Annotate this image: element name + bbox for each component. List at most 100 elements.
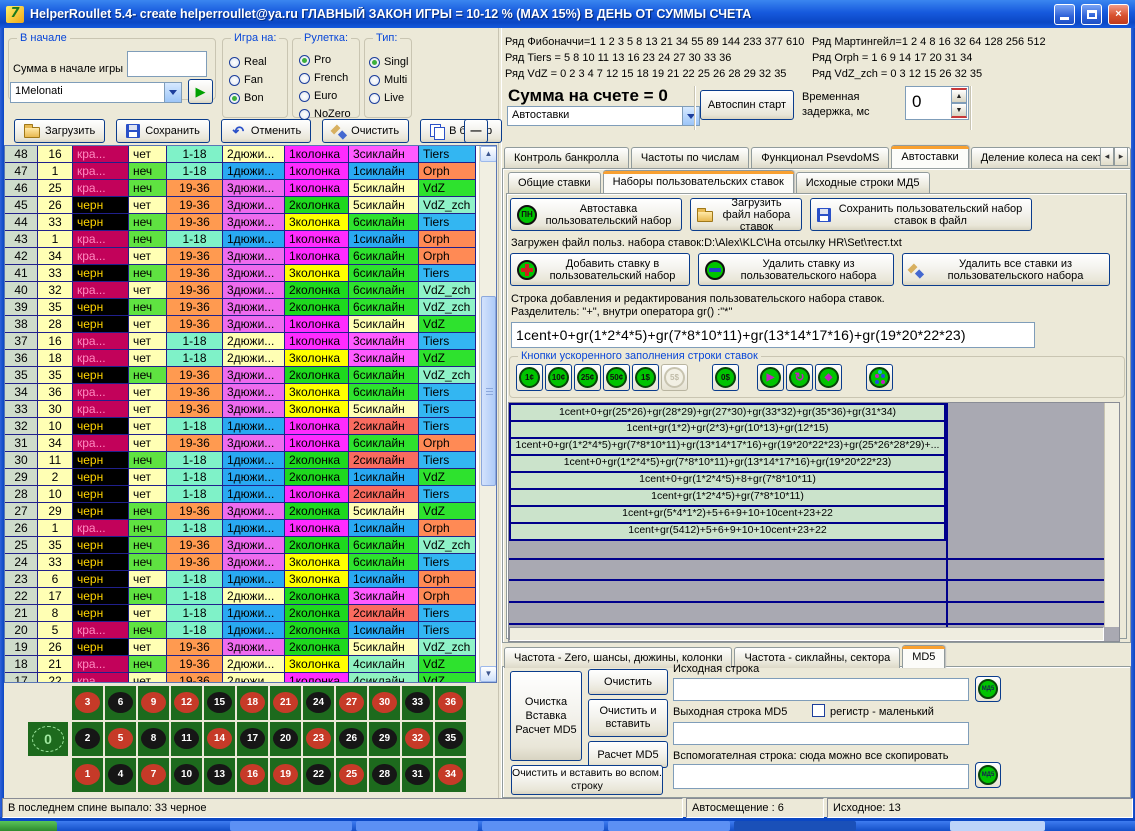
board-cell-12[interactable]: 12: [171, 686, 202, 720]
scrollbar-thumb[interactable]: [481, 296, 496, 486]
board-cell-20[interactable]: 20: [270, 722, 301, 756]
lowercase-checkbox[interactable]: [812, 704, 825, 717]
board-cell-29[interactable]: 29: [369, 722, 400, 756]
tab-user-bet-sets[interactable]: Наборы пользовательских ставок: [603, 170, 794, 193]
save-button[interactable]: Сохранить: [116, 119, 210, 143]
bet-list-item[interactable]: 1cent+gr(5412)+5+6+9+10+10cent+23+22: [509, 524, 946, 541]
board-cell-34[interactable]: 34: [435, 758, 466, 792]
history-row[interactable]: 1722кра...чет19-362дюжи...1колонка4сикла…: [5, 673, 476, 683]
add-bet-button[interactable]: Добавить ставку в пользовательский набор: [510, 253, 690, 286]
history-row[interactable]: 3011черннеч1-181дюжи...2колонка2сиклайнT…: [5, 452, 476, 469]
history-row[interactable]: 2433черннеч19-363дюжи...3колонка6сиклайн…: [5, 554, 476, 571]
radio-option-bon[interactable]: Bon: [229, 89, 287, 107]
history-row[interactable]: 4133черннеч19-363дюжи...3колонка6сиклайн…: [5, 265, 476, 282]
run-strategy-button[interactable]: ▶: [188, 79, 213, 104]
collapse-button[interactable]: —: [464, 119, 488, 143]
radio-option-french[interactable]: French: [299, 69, 359, 87]
md5-clear-and-paste-button[interactable]: Очистить и вставить: [588, 699, 668, 737]
board-cell-19[interactable]: 19: [270, 758, 301, 792]
radio-option-singl[interactable]: Singl: [369, 53, 411, 71]
history-row[interactable]: 3535черннеч19-363дюжи...2колонка6сиклайн…: [5, 367, 476, 384]
board-cell-24[interactable]: 24: [303, 686, 334, 720]
history-row[interactable]: 1926чернчет19-363дюжи...2колонка5сиклайн…: [5, 639, 476, 656]
bet-string-input[interactable]: [511, 322, 1035, 348]
tab-common-bets[interactable]: Общие ставки: [508, 172, 601, 193]
history-row[interactable]: 3618кра...чет1-182дюжи...3колонка3сиклай…: [5, 350, 476, 367]
history-row[interactable]: 3436кра...чет19-363дюжи...3колонка6сикла…: [5, 384, 476, 401]
strategy-select[interactable]: 1Melonati: [10, 82, 182, 103]
board-cell-7[interactable]: 7: [138, 758, 169, 792]
minimize-button[interactable]: [1054, 4, 1075, 25]
history-row[interactable]: 292чернчет1-181дюжи...2колонка1сиклайнVd…: [5, 469, 476, 486]
undo-button[interactable]: Отменить: [221, 119, 311, 143]
history-row[interactable]: 4625кра...неч19-363дюжи...1колонка5сикла…: [5, 180, 476, 197]
taskbar-button[interactable]: [356, 821, 478, 831]
history-row[interactable]: 4526чернчет19-363дюжи...2колонка5сиклайн…: [5, 197, 476, 214]
board-cell-9[interactable]: 9: [138, 686, 169, 720]
bet-list-item[interactable]: 1cent+0+gr(25*26)+gr(28*29)+gr(27*30)+gr…: [509, 403, 946, 422]
close-button[interactable]: ×: [1108, 4, 1129, 25]
board-cell-15[interactable]: 15: [204, 686, 235, 720]
tab-scroll-right-icon[interactable]: ▸: [1114, 147, 1128, 166]
remove-all-bets-button[interactable]: Удалить все ставки из пользовательского …: [902, 253, 1110, 286]
save-bet-set-file-button[interactable]: Сохранить пользовательский набор ставок …: [810, 198, 1032, 231]
history-row[interactable]: 4234кра...чет19-363дюжи...1колонка6сикла…: [5, 248, 476, 265]
windows-taskbar[interactable]: [0, 821, 1135, 831]
chevron-down-icon[interactable]: [682, 107, 699, 125]
spin-up-icon[interactable]: ▲: [951, 88, 967, 103]
board-cell-11[interactable]: 11: [171, 722, 202, 756]
taskbar-button[interactable]: [608, 821, 730, 831]
board-cell-22[interactable]: 22: [303, 758, 334, 792]
md5-aux-input[interactable]: [673, 764, 969, 789]
load-bet-set-file-button[interactable]: Загрузить файл набора ставок: [690, 198, 802, 231]
tab-scroll-left-icon[interactable]: ◂: [1100, 147, 1114, 166]
md5-clear-paste-aux-button[interactable]: Очистить и вставить во вспом. строку: [511, 765, 663, 795]
bet-list-item[interactable]: 1cent+0+gr(1*2*4*5)+gr(7*8*10*11)+gr(13*…: [509, 456, 946, 473]
chip-10-cent[interactable]: 10¢: [545, 364, 572, 391]
quick-play-button[interactable]: [757, 364, 784, 391]
history-row[interactable]: 205кра...неч1-181дюжи...2колонка1сиклайн…: [5, 622, 476, 639]
history-row[interactable]: 2810чернчет1-181дюжи...1колонка2сиклайнT…: [5, 486, 476, 503]
history-row[interactable]: 3134кра...чет19-363дюжи...1колонка6сикла…: [5, 435, 476, 452]
radio-option-multi[interactable]: Multi: [369, 71, 411, 89]
tab-md5[interactable]: MD5: [902, 645, 945, 668]
history-row[interactable]: 471кра...неч1-181дюжи...1колонка1сиклайн…: [5, 163, 476, 180]
tab-freq-sixlines[interactable]: Частота - сиклайны, сектора: [734, 647, 900, 668]
bet-list-item[interactable]: 1cent+gr(5*4*1*2)+5+6+9+10+10cent+23+22: [509, 507, 946, 524]
md5-clear-button[interactable]: Очистить: [588, 669, 668, 695]
board-cell-5[interactable]: 5: [105, 722, 136, 756]
board-cell-zero[interactable]: 0: [28, 722, 68, 756]
board-cell-16[interactable]: 16: [237, 758, 268, 792]
history-row[interactable]: 236чернчет1-181дюжи...3колонка1сиклайнOr…: [5, 571, 476, 588]
autobet-user-set-button[interactable]: ПНАвтоставка пользовательский набор: [510, 198, 682, 231]
radio-option-fan[interactable]: Fan: [229, 71, 287, 89]
history-row[interactable]: 4032кра...чет19-363дюжи...2колонка6сикла…: [5, 282, 476, 299]
board-cell-36[interactable]: 36: [435, 686, 466, 720]
taskbar-button[interactable]: [482, 821, 604, 831]
board-cell-2[interactable]: 2: [72, 722, 103, 756]
board-cell-32[interactable]: 32: [402, 722, 433, 756]
chip-1-dollar[interactable]: 1$: [632, 364, 659, 391]
start-button-sliver[interactable]: [0, 821, 57, 831]
spin-down-icon[interactable]: ▼: [951, 103, 967, 118]
bet-list-item[interactable]: 1cent+0+gr(1*2*4*5)+8+gr(7*8*10*11): [509, 473, 946, 490]
board-cell-14[interactable]: 14: [204, 722, 235, 756]
history-row[interactable]: 3210чернчет1-181дюжи...1колонка2сиклайнT…: [5, 418, 476, 435]
history-row[interactable]: 3716кра...чет1-182дюжи...1колонка3сиклай…: [5, 333, 476, 350]
history-scrollbar[interactable]: ▲ ▼: [479, 146, 496, 682]
md5-calc-button[interactable]: Расчет MD5: [588, 741, 668, 768]
md5-clear-paste-calc-button[interactable]: ОчисткаВставкаРасчет MD5: [510, 671, 582, 761]
board-cell-17[interactable]: 17: [237, 722, 268, 756]
remove-bet-button[interactable]: Удалить ставку из пользовательского набо…: [698, 253, 894, 286]
history-row[interactable]: 431кра...неч1-181дюжи...1колонка1сиклайн…: [5, 231, 476, 248]
board-cell-13[interactable]: 13: [204, 758, 235, 792]
mode-select[interactable]: Автоставки: [507, 106, 700, 126]
board-cell-35[interactable]: 35: [435, 722, 466, 756]
history-row[interactable]: 3330кра...чет19-363дюжи...3колонка5сикла…: [5, 401, 476, 418]
scroll-up-icon[interactable]: ▲: [480, 146, 497, 162]
maximize-button[interactable]: [1081, 4, 1102, 25]
chip-50-cent[interactable]: 50¢: [603, 364, 630, 391]
bet-list-item[interactable]: 1cent+gr(1*2*4*5)+gr(7*8*10*11): [509, 490, 946, 507]
history-row[interactable]: 1821кра...неч19-362дюжи...3колонка4сикла…: [5, 656, 476, 673]
radio-option-live[interactable]: Live: [369, 89, 411, 107]
